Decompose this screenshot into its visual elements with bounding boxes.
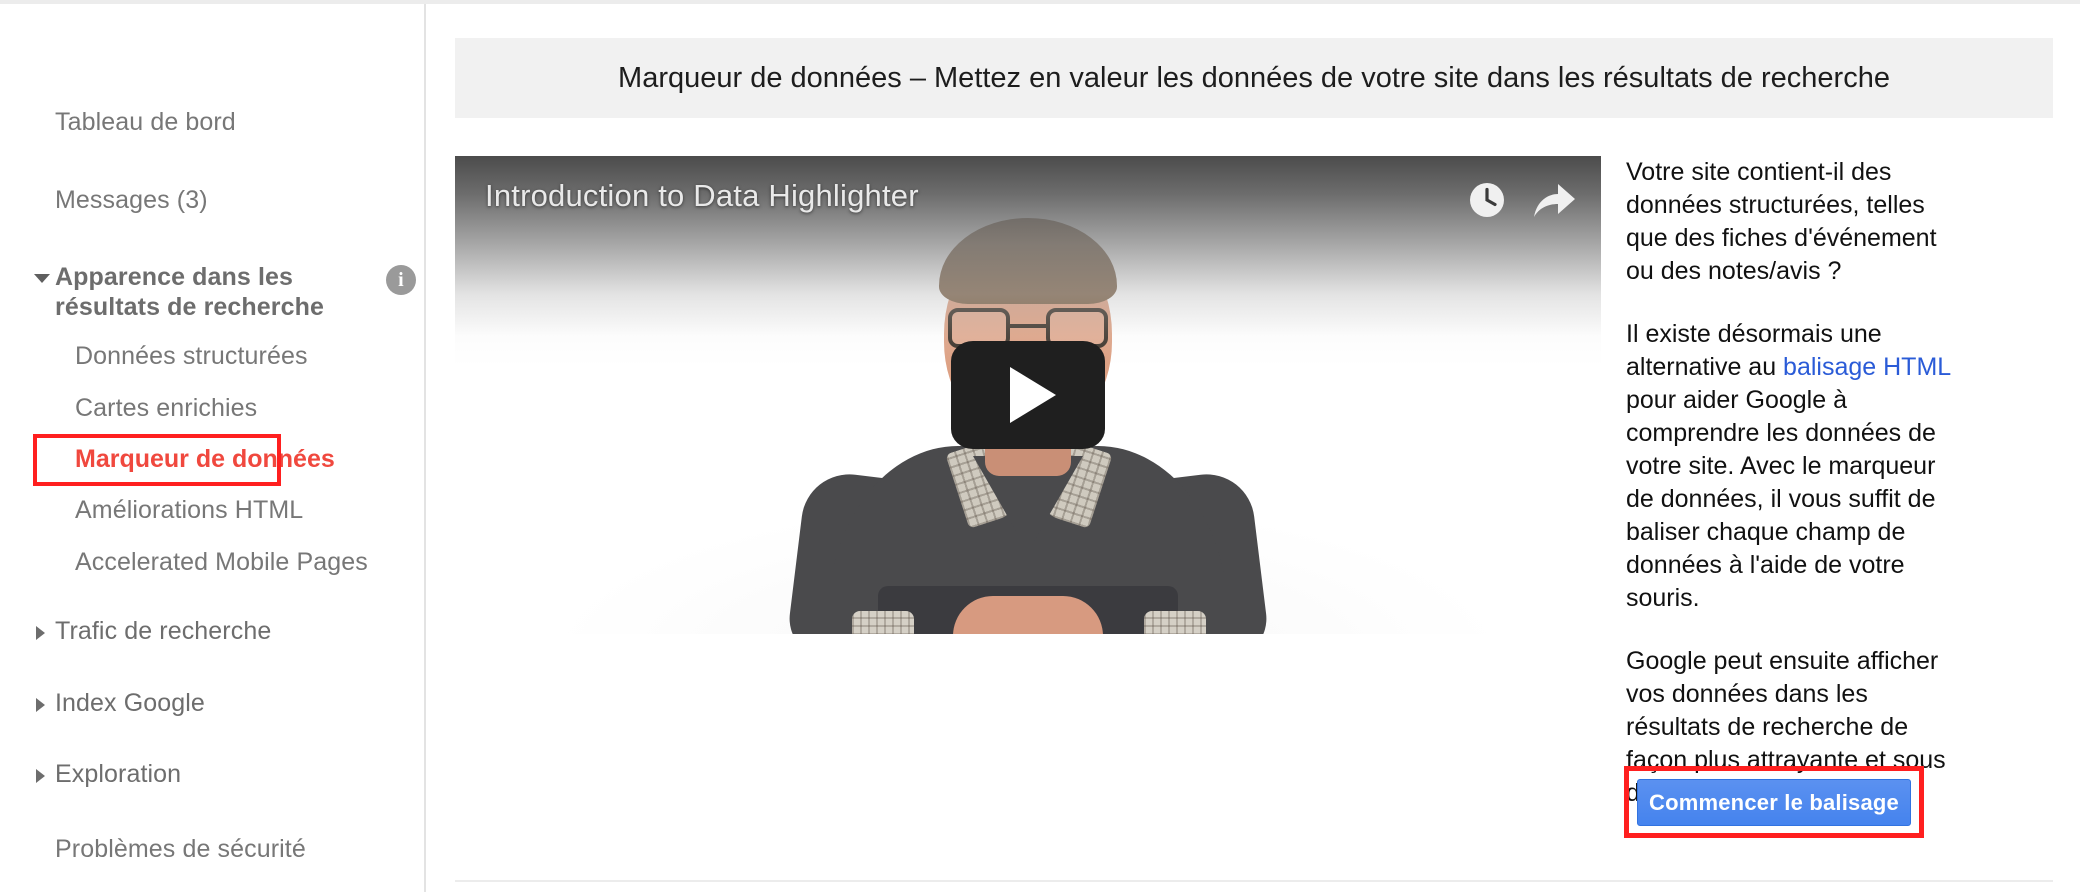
video-player[interactable]: Introduction to Data Highlighter	[455, 156, 1601, 634]
sidebar-item-google-index[interactable]: Index Google	[0, 689, 424, 719]
sidebar-nav: Tableau de bord Messages (3) Apparence d…	[0, 4, 426, 892]
sidebar-item-search-appearance[interactable]: Apparence dans les résultats de recherch…	[0, 263, 424, 322]
chevron-down-icon[interactable]	[34, 274, 50, 283]
start-markup-button[interactable]: Commencer le balisage	[1637, 779, 1911, 826]
sidebar-item-crawl[interactable]: Exploration	[0, 760, 424, 790]
sidebar-item-label: Trafic de recherche	[55, 617, 272, 645]
cta-area: Commencer le balisage	[1624, 766, 1924, 838]
sidebar-item-label: Apparence dans les résultats de recherch…	[55, 263, 324, 321]
html-markup-link[interactable]: balisage HTML	[1783, 353, 1950, 381]
sidebar-item-label: Tableau de bord	[55, 108, 236, 136]
paragraph-1: Votre site contient-il des données struc…	[1626, 158, 1937, 285]
sidebar-item-messages[interactable]: Messages (3)	[0, 186, 424, 216]
chevron-right-icon[interactable]	[36, 697, 45, 712]
play-button-icon[interactable]	[951, 341, 1105, 449]
presenter-cuff-left	[852, 611, 914, 634]
sidebar-item-search-traffic[interactable]: Trafic de recherche	[0, 617, 424, 647]
sidebar-item-data-highlighter[interactable]: Marqueur de données	[0, 445, 424, 474]
sidebar-item-label: Problèmes de sécurité	[55, 834, 306, 863]
sidebar-item-data-highlighter-wrapper: Marqueur de données	[0, 434, 424, 486]
presenter-hands	[953, 596, 1103, 634]
clock-icon[interactable]	[1465, 178, 1509, 222]
main-content: Marqueur de données – Mettez en valeur l…	[428, 4, 2080, 892]
paragraph-2-after: pour aider Google à comprendre les donné…	[1626, 386, 1936, 612]
sidebar-item-rich-cards[interactable]: Cartes enrichies	[0, 394, 424, 424]
sidebar-item-html-improvements[interactable]: Améliorations HTML	[0, 496, 424, 526]
sidebar-item-label: Index Google	[55, 688, 205, 717]
chevron-right-icon[interactable]	[36, 769, 45, 783]
app-root: Tableau de bord Messages (3) Apparence d…	[0, 0, 2080, 892]
chevron-right-icon[interactable]	[36, 626, 45, 640]
share-arrow-icon[interactable]	[1531, 180, 1577, 220]
bottom-divider	[455, 880, 2053, 882]
page-title: Marqueur de données – Mettez en valeur l…	[618, 61, 1890, 94]
video-title: Introduction to Data Highlighter	[485, 178, 919, 213]
sidebar-item-dashboard[interactable]: Tableau de bord	[0, 108, 424, 138]
sidebar-item-amp[interactable]: Accelerated Mobile Pages	[0, 548, 424, 578]
sidebar-item-label: Données structurées	[75, 342, 308, 370]
video-action-bar	[1465, 178, 1577, 222]
sidebar-item-label: Accelerated Mobile Pages	[75, 547, 368, 576]
sidebar-item-label: Messages (3)	[55, 185, 208, 214]
sidebar-item-label: Améliorations HTML	[75, 496, 304, 524]
sidebar-item-security-issues[interactable]: Problèmes de sécurité	[0, 835, 424, 865]
sidebar-item-label: Exploration	[55, 760, 182, 788]
sidebar-item-label: Marqueur de données	[75, 445, 335, 473]
paragraph-2: Il existe désormais une alternative au b…	[1626, 318, 1966, 615]
info-icon[interactable]: i	[386, 265, 416, 295]
description-column: Votre site contient-il des données struc…	[1626, 156, 1966, 840]
presenter-cuff-right	[1144, 611, 1206, 634]
play-triangle	[1010, 367, 1056, 423]
page-title-banner: Marqueur de données – Mettez en valeur l…	[455, 38, 2053, 118]
sidebar-item-label: Cartes enrichies	[75, 393, 258, 422]
sidebar-item-structured-data[interactable]: Données structurées	[0, 342, 424, 372]
